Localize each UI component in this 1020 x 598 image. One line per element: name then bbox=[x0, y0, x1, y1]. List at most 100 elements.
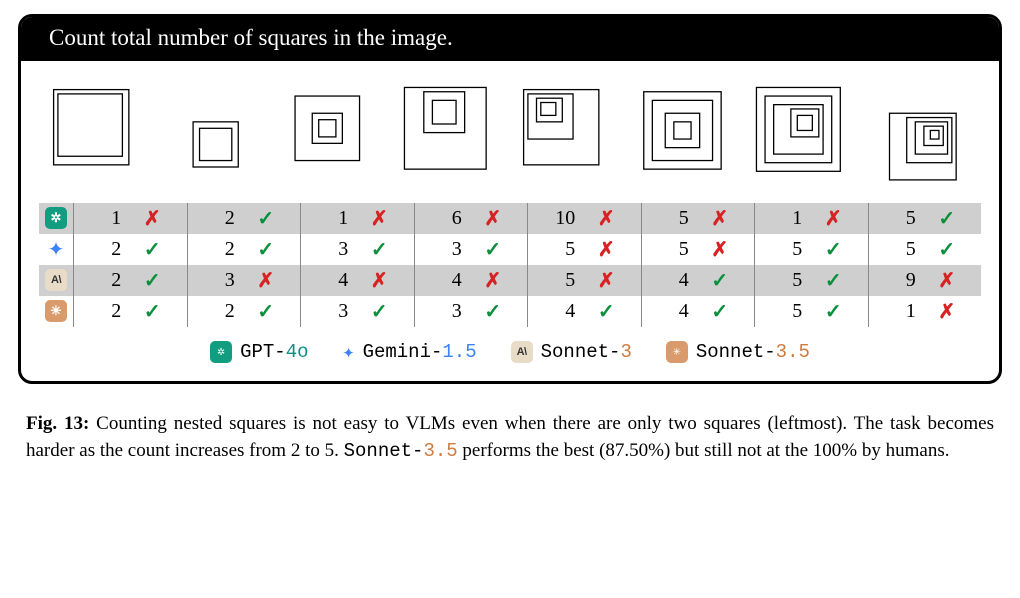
check-icon: ✓ bbox=[824, 237, 842, 262]
legend-suffix: 1.5 bbox=[442, 341, 476, 363]
check-icon: ✓ bbox=[597, 299, 615, 324]
answer-value: 5 bbox=[894, 238, 916, 261]
answer-value: 4 bbox=[553, 300, 575, 323]
answer-value: 5 bbox=[780, 300, 802, 323]
check-icon: ✓ bbox=[938, 237, 956, 262]
check-icon: ✓ bbox=[143, 268, 161, 293]
answer-value: 4 bbox=[667, 269, 689, 292]
result-cell: 3✓ bbox=[300, 296, 414, 327]
figure-caption: Fig. 13: Counting nested squares is not … bbox=[26, 410, 994, 466]
result-cell: 3✓ bbox=[300, 234, 414, 265]
cross-icon: ✗ bbox=[597, 268, 615, 293]
answer-value: 5 bbox=[780, 269, 802, 292]
result-cell: 4✓ bbox=[641, 296, 755, 327]
answer-value: 4 bbox=[326, 269, 348, 292]
check-icon: ✓ bbox=[143, 299, 161, 324]
result-cell: 9✗ bbox=[868, 265, 982, 296]
result-cell: 5✓ bbox=[754, 265, 868, 296]
result-cell: 1✗ bbox=[73, 203, 187, 234]
gemini-icon: ✦ bbox=[48, 237, 65, 262]
answer-value: 2 bbox=[213, 207, 235, 230]
answer-value: 1 bbox=[99, 207, 121, 230]
results-row: ✲1✗2✓1✗6✗10✗5✗1✗5✓ bbox=[39, 203, 981, 234]
check-icon: ✓ bbox=[711, 299, 729, 324]
answer-value: 5 bbox=[553, 238, 575, 261]
answer-value: 4 bbox=[440, 269, 462, 292]
legend-label: GPT- bbox=[240, 341, 286, 363]
result-cell: 1✗ bbox=[754, 203, 868, 234]
nested-square-2 bbox=[163, 81, 271, 189]
answer-value: 5 bbox=[553, 269, 575, 292]
anthropic-icon: A\ bbox=[45, 269, 67, 291]
result-cell: 2✓ bbox=[73, 296, 187, 327]
answer-value: 5 bbox=[667, 238, 689, 261]
result-cell: 1✗ bbox=[300, 203, 414, 234]
answer-value: 2 bbox=[213, 238, 235, 261]
check-icon: ✓ bbox=[484, 237, 502, 262]
cross-icon: ✗ bbox=[711, 237, 729, 262]
result-cell: 6✗ bbox=[414, 203, 528, 234]
row-model-icon: ✲ bbox=[39, 203, 73, 234]
answer-value: 5 bbox=[667, 207, 689, 230]
result-cell: 5✓ bbox=[868, 234, 982, 265]
row-model-icon: A\ bbox=[39, 265, 73, 296]
cross-icon: ✗ bbox=[143, 206, 161, 231]
nested-square-4 bbox=[398, 81, 506, 189]
nested-square-3 bbox=[280, 81, 388, 189]
check-icon: ✓ bbox=[824, 299, 842, 324]
cross-icon: ✗ bbox=[257, 268, 275, 293]
row-model-icon: ✳ bbox=[39, 296, 73, 327]
answer-value: 3 bbox=[213, 269, 235, 292]
answer-value: 9 bbox=[894, 269, 916, 292]
caption-model-suffix: 3.5 bbox=[423, 440, 457, 462]
result-cell: 5✗ bbox=[527, 234, 641, 265]
gemini-icon: ✦ bbox=[343, 339, 355, 365]
caption-label: Fig. 13: bbox=[26, 413, 89, 434]
nested-square-6 bbox=[633, 81, 741, 189]
check-icon: ✓ bbox=[257, 237, 275, 262]
legend-gemini: ✦ Gemini-1.5 bbox=[343, 339, 477, 365]
check-icon: ✓ bbox=[370, 237, 388, 262]
result-cell: 5✓ bbox=[754, 234, 868, 265]
result-cell: 3✗ bbox=[187, 265, 301, 296]
row-model-icon: ✦ bbox=[39, 234, 73, 265]
legend-sonnet35: ✳ Sonnet-3.5 bbox=[666, 339, 810, 365]
cross-icon: ✗ bbox=[370, 206, 388, 231]
result-cell: 4✗ bbox=[300, 265, 414, 296]
check-icon: ✓ bbox=[938, 206, 956, 231]
result-cell: 4✓ bbox=[641, 265, 755, 296]
legend-sonnet3: A\ Sonnet-3 bbox=[511, 339, 632, 365]
results-row: A\2✓3✗4✗4✗5✗4✓5✓9✗ bbox=[39, 265, 981, 296]
legend-suffix: 4o bbox=[286, 341, 309, 363]
cross-icon: ✗ bbox=[711, 206, 729, 231]
result-cell: 5✗ bbox=[527, 265, 641, 296]
results-row: ✦2✓2✓3✓3✓5✗5✗5✓5✓ bbox=[39, 234, 981, 265]
gpt-icon: ✲ bbox=[45, 207, 67, 229]
results-grid: ✲1✗2✓1✗6✗10✗5✗1✗5✓✦2✓2✓3✓3✓5✗5✗5✓5✓A\2✓3… bbox=[39, 203, 981, 327]
answer-value: 3 bbox=[326, 300, 348, 323]
legend-suffix: 3.5 bbox=[776, 341, 810, 363]
caption-text-2: performs the best (87.50%) but still not… bbox=[458, 440, 950, 461]
result-cell: 5✗ bbox=[641, 203, 755, 234]
nested-square-1 bbox=[45, 81, 153, 189]
panel-title: Count total number of squares in the ima… bbox=[21, 17, 999, 61]
answer-value: 2 bbox=[213, 300, 235, 323]
anthropic-icon: A\ bbox=[511, 341, 533, 363]
nested-square-7 bbox=[750, 81, 858, 189]
claude-icon: ✳ bbox=[45, 300, 67, 322]
result-cell: 1✗ bbox=[868, 296, 982, 327]
cross-icon: ✗ bbox=[597, 237, 615, 262]
cross-icon: ✗ bbox=[484, 268, 502, 293]
legend-label: Sonnet- bbox=[696, 341, 776, 363]
answer-value: 3 bbox=[440, 238, 462, 261]
squares-row bbox=[39, 81, 981, 189]
legend: ✲ GPT-4o ✦ Gemini-1.5 A\ Sonnet-3 ✳ Sonn… bbox=[39, 339, 981, 365]
answer-value: 10 bbox=[553, 207, 575, 230]
result-cell: 3✓ bbox=[414, 296, 528, 327]
result-cell: 2✓ bbox=[187, 234, 301, 265]
results-row: ✳2✓2✓3✓3✓4✓4✓5✓1✗ bbox=[39, 296, 981, 327]
cross-icon: ✗ bbox=[938, 268, 956, 293]
check-icon: ✓ bbox=[824, 268, 842, 293]
answer-value: 1 bbox=[894, 300, 916, 323]
result-cell: 2✓ bbox=[73, 265, 187, 296]
